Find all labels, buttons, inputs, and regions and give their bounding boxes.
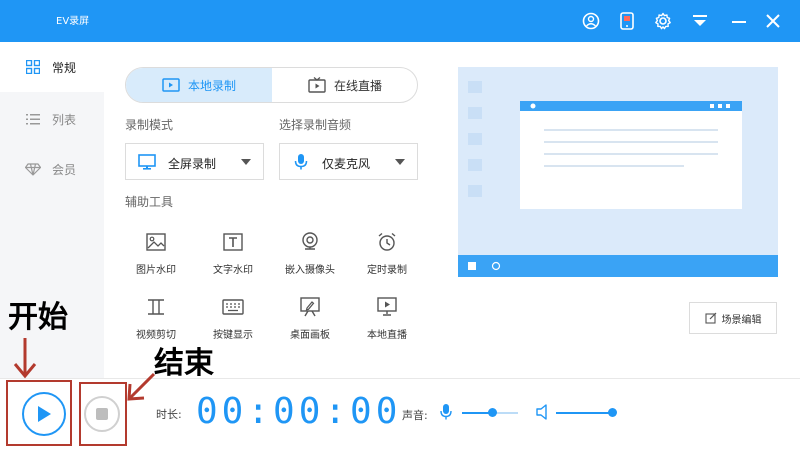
- sidebar-item-list[interactable]: 列表: [0, 94, 104, 144]
- tool-webcam[interactable]: 嵌入摄像头: [275, 231, 345, 285]
- tool-scheduled-record[interactable]: 定时录制: [352, 231, 422, 285]
- tool-label: 定时录制: [367, 265, 407, 276]
- speaker-volume-fill: [556, 412, 612, 414]
- sidebar-item-label: 常规: [52, 61, 77, 75]
- stop-annotation-text: 结束: [154, 346, 214, 381]
- record-timer: 00:00:00: [196, 391, 402, 432]
- webcam-icon: [299, 231, 321, 253]
- audio-source-select[interactable]: 仅麦克风: [279, 143, 418, 180]
- tool-local-live[interactable]: 本地直播: [352, 296, 422, 350]
- speaker-icon[interactable]: [536, 404, 550, 424]
- audio-source-label: 选择录制音频: [279, 118, 352, 132]
- text-icon: [222, 231, 244, 253]
- list-icon: [25, 111, 41, 127]
- chevron-down-icon: [241, 159, 251, 165]
- record-mode-value: 全屏录制: [168, 157, 217, 171]
- sidebar-item-label: 列表: [52, 113, 77, 127]
- monitor-icon: [138, 153, 156, 171]
- alarm-icon: [376, 231, 398, 253]
- volume-label: 声音:: [402, 409, 428, 422]
- preview-illustration: [458, 81, 778, 277]
- start-annotation-text: 开始: [8, 300, 68, 335]
- stop-highlight-box: [79, 382, 127, 446]
- sidebar-item-vip[interactable]: 会员: [0, 144, 104, 194]
- minimize-icon[interactable]: [728, 10, 750, 32]
- app-title: EV录屏: [56, 16, 90, 27]
- tool-label: 文字水印: [213, 265, 253, 276]
- mic-icon[interactable]: [440, 403, 452, 425]
- diamond-icon: [25, 161, 41, 177]
- phone-icon[interactable]: [616, 10, 638, 32]
- tab-label: 本地录制: [187, 78, 236, 93]
- mode-tabs: 本地录制 在线直播: [125, 67, 418, 103]
- tool-label: 嵌入摄像头: [285, 265, 335, 276]
- download-icon[interactable]: [689, 10, 711, 32]
- record-mode-label: 录制模式: [125, 118, 174, 132]
- tool-desktop-board[interactable]: 桌面画板: [275, 296, 345, 350]
- tool-label: 图片水印: [136, 265, 176, 276]
- start-highlight-box: [6, 380, 72, 446]
- grid-icon: [25, 59, 41, 75]
- edit-icon: [704, 312, 716, 324]
- close-icon[interactable]: [762, 10, 784, 32]
- tools-label: 辅助工具: [125, 195, 174, 209]
- tab-live-stream[interactable]: 在线直播: [272, 68, 417, 102]
- tool-text-watermark[interactable]: 文字水印: [198, 231, 268, 285]
- record-icon: [162, 78, 180, 92]
- user-icon[interactable]: [580, 10, 602, 32]
- tool-label: 桌面画板: [290, 330, 330, 341]
- tab-local-record[interactable]: 本地录制: [126, 68, 272, 102]
- tool-label: 本地直播: [367, 330, 407, 341]
- crop-icon: [145, 296, 167, 318]
- record-mode-select[interactable]: 全屏录制: [125, 143, 264, 180]
- tv-icon: [308, 77, 326, 93]
- duration-label: 时长:: [156, 408, 182, 421]
- sidebar-item-label: 会员: [52, 163, 77, 177]
- pen-board-icon: [299, 296, 321, 318]
- gear-icon[interactable]: [652, 10, 674, 32]
- arrow-down-icon: [13, 338, 37, 379]
- screen-play-icon: [376, 296, 398, 318]
- tool-image-watermark[interactable]: 图片水印: [121, 231, 191, 285]
- tab-label: 在线直播: [333, 78, 382, 93]
- arrow-down-left-icon: [127, 372, 156, 401]
- speaker-volume-handle[interactable]: [607, 408, 617, 417]
- screen-preview: [458, 67, 778, 277]
- audio-source-value: 仅麦克风: [322, 157, 371, 171]
- chevron-down-icon: [395, 159, 405, 165]
- title-bar: EV录屏: [0, 0, 800, 42]
- keyboard-icon: [222, 296, 244, 318]
- mic-icon: [292, 153, 310, 171]
- scene-edit-button[interactable]: 场景编辑: [689, 302, 777, 334]
- scene-edit-label: 场景编辑: [721, 314, 762, 326]
- sidebar-item-general[interactable]: 常规: [0, 42, 104, 92]
- image-icon: [145, 231, 167, 253]
